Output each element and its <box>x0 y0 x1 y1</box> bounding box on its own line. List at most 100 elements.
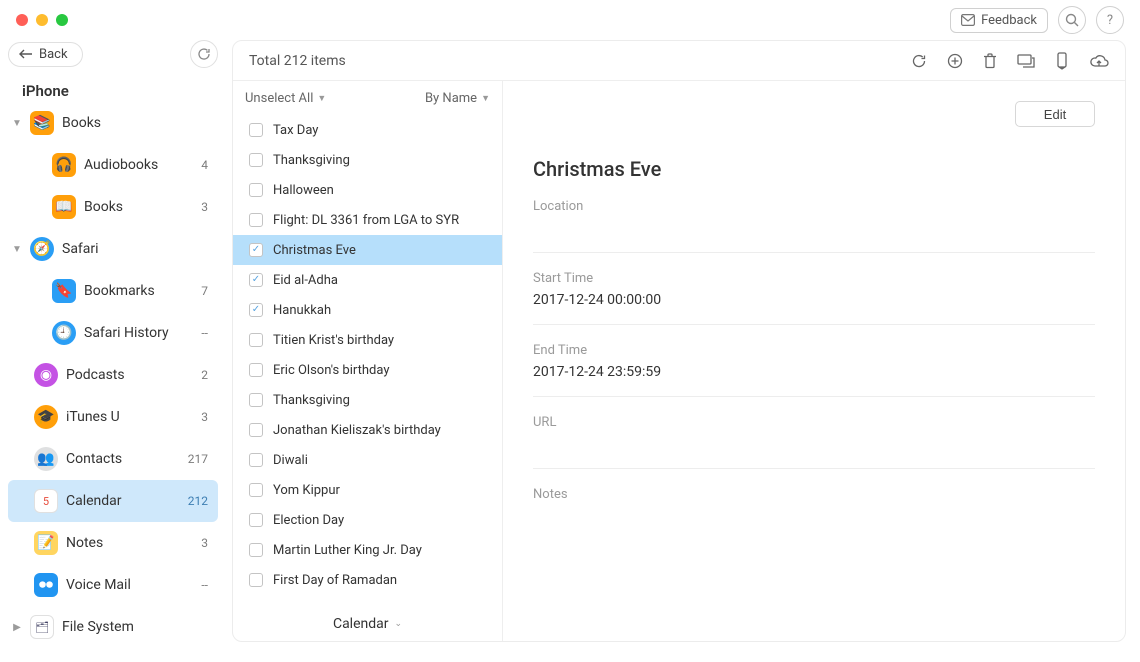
contacts-icon: 👥 <box>34 447 58 471</box>
sidebar-item-label: Notes <box>66 535 193 551</box>
sidebar-item-voice-mail[interactable]: ⏺⏺ Voice Mail -- <box>8 564 218 606</box>
checkbox[interactable] <box>249 273 263 287</box>
list-item[interactable]: Flight: DL 3361 from LGA to SYR <box>233 205 502 235</box>
checkbox[interactable] <box>249 303 263 317</box>
sidebar-item-itunes-u[interactable]: 🎓 iTunes U 3 <box>8 396 218 438</box>
list-item[interactable]: Hanukkah <box>233 295 502 325</box>
to-cloud-button[interactable] <box>1089 54 1109 68</box>
count-badge: 7 <box>201 284 208 298</box>
notes-icon: 📝 <box>34 531 58 555</box>
sidebar-item-notes[interactable]: 📝 Notes 3 <box>8 522 218 564</box>
sidebar-item-books[interactable]: 📖 Books 3 <box>8 186 218 228</box>
add-button[interactable] <box>947 53 963 69</box>
checkbox[interactable] <box>249 573 263 587</box>
checkbox[interactable] <box>249 333 263 347</box>
minimize-window-button[interactable] <box>36 14 48 26</box>
field-end-time: End Time 2017-12-24 23:59:59 <box>533 343 1095 397</box>
help-button[interactable]: ? <box>1096 6 1124 34</box>
books-icon: 📖 <box>52 195 76 219</box>
field-value <box>533 220 1095 238</box>
count-badge: -- <box>201 578 208 592</box>
checkbox[interactable] <box>249 153 263 167</box>
event-list-scroll[interactable]: Tax DayThanksgivingHalloweenFlight: DL 3… <box>233 115 502 607</box>
sidebar-group-file-system[interactable]: ▶ 🗂 File System <box>8 606 218 642</box>
list-item[interactable]: First Day of Ramadan <box>233 565 502 595</box>
checkbox[interactable] <box>249 213 263 227</box>
checkbox[interactable] <box>249 243 263 257</box>
select-toggle[interactable]: Unselect All ▼ <box>245 91 326 106</box>
sidebar-group-safari[interactable]: ▼ 🧭 Safari <box>8 228 218 270</box>
refresh-button[interactable] <box>190 40 218 68</box>
sidebar-item-label: Voice Mail <box>66 577 193 593</box>
list-item-label: Diwali <box>273 453 308 468</box>
field-label: End Time <box>533 343 1095 358</box>
list-item[interactable]: Tax Day <box>233 115 502 145</box>
refresh-button[interactable] <box>911 53 927 69</box>
chevron-down-icon: ▼ <box>317 93 326 104</box>
list-item[interactable]: Christmas Eve <box>233 235 502 265</box>
question-icon: ? <box>1107 13 1113 28</box>
list-item[interactable]: Diwali <box>233 445 502 475</box>
sidebar-item-podcasts[interactable]: ◉ Podcasts 2 <box>8 354 218 396</box>
sidebar-item-label: Books <box>84 199 193 215</box>
sidebar-item-audiobooks[interactable]: 🎧 Audiobooks 4 <box>8 144 218 186</box>
sort-control[interactable]: By Name ▼ <box>425 91 490 106</box>
count-badge: -- <box>201 326 208 340</box>
list-item[interactable]: Eid al-Adha <box>233 265 502 295</box>
list-item-label: Titien Krist's birthday <box>273 333 394 348</box>
list-item[interactable]: Election Day <box>233 505 502 535</box>
checkbox[interactable] <box>249 363 263 377</box>
checkbox[interactable] <box>249 513 263 527</box>
device-label: iPhone <box>8 76 218 102</box>
sidebar-item-contacts[interactable]: 👥 Contacts 217 <box>8 438 218 480</box>
list-item[interactable]: Thanksgiving <box>233 145 502 175</box>
to-pc-button[interactable] <box>1055 52 1069 70</box>
list-group-picker[interactable]: Calendar ⌄ <box>233 607 502 641</box>
checkbox[interactable] <box>249 393 263 407</box>
list-item[interactable]: Eric Olson's birthday <box>233 355 502 385</box>
sidebar-item-label: Calendar <box>66 493 180 509</box>
checkbox[interactable] <box>249 423 263 437</box>
list-item[interactable]: Halloween <box>233 175 502 205</box>
edit-button[interactable]: Edit <box>1015 101 1095 127</box>
itunes-u-icon: 🎓 <box>34 405 58 429</box>
checkbox[interactable] <box>249 123 263 137</box>
count-badge: 217 <box>188 452 208 466</box>
field-label: Location <box>533 199 1095 214</box>
field-notes: Notes <box>533 487 1095 540</box>
count-badge: 3 <box>201 200 208 214</box>
audiobooks-icon: 🎧 <box>52 153 76 177</box>
checkbox[interactable] <box>249 543 263 557</box>
list-item[interactable]: Thanksgiving <box>233 385 502 415</box>
list-item-label: Hanukkah <box>273 303 331 318</box>
item-count-label: Total 212 items <box>249 53 346 69</box>
checkbox[interactable] <box>249 483 263 497</box>
field-value <box>533 508 1095 526</box>
window-controls <box>16 14 68 26</box>
close-window-button[interactable] <box>16 14 28 26</box>
list-item[interactable]: Jonathan Kieliszak's birthday <box>233 415 502 445</box>
search-button[interactable] <box>1058 6 1086 34</box>
list-item[interactable]: Martin Luther King Jr. Day <box>233 535 502 565</box>
sidebar-group-books[interactable]: ▼ 📚 Books <box>8 102 218 144</box>
back-button[interactable]: Back <box>8 42 83 67</box>
title-bar: Feedback ? <box>0 0 1140 40</box>
field-label: Start Time <box>533 271 1095 286</box>
to-device-button[interactable] <box>1017 54 1035 68</box>
sidebar-item-label: Audiobooks <box>84 157 193 173</box>
list-item-label: Flight: DL 3361 from LGA to SYR <box>273 213 459 228</box>
zoom-window-button[interactable] <box>56 14 68 26</box>
file-system-icon: 🗂 <box>30 615 54 639</box>
checkbox[interactable] <box>249 453 263 467</box>
sidebar-item-bookmarks[interactable]: 🔖 Bookmarks 7 <box>8 270 218 312</box>
sidebar-item-calendar[interactable]: 5 Calendar 212 <box>8 480 218 522</box>
delete-button[interactable] <box>983 53 997 69</box>
sidebar-item-safari-history[interactable]: 🕘 Safari History -- <box>8 312 218 354</box>
chevron-down-icon: ⌄ <box>395 619 403 629</box>
list-item[interactable]: Titien Krist's birthday <box>233 325 502 355</box>
sidebar-item-label: Contacts <box>66 451 180 467</box>
checkbox[interactable] <box>249 183 263 197</box>
safari-icon: 🧭 <box>30 237 54 261</box>
list-item[interactable]: Yom Kippur <box>233 475 502 505</box>
feedback-button[interactable]: Feedback <box>950 8 1048 33</box>
